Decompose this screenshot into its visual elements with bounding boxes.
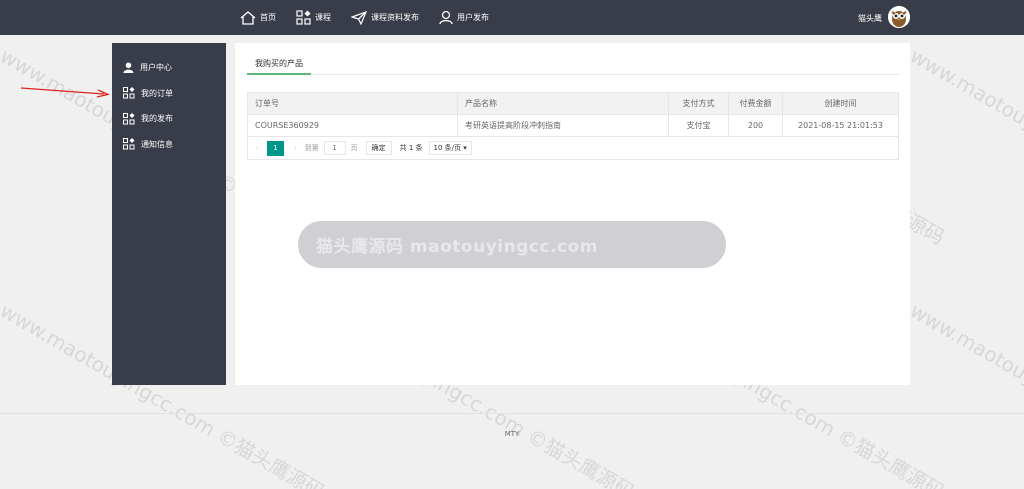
sidebar-item-label: 我的发布 <box>141 114 173 124</box>
prev-page-icon[interactable]: ‹ <box>256 144 259 152</box>
send-icon <box>351 10 367 25</box>
product-name-cell: 考研英语提高阶段冲刺指南 <box>457 114 669 137</box>
sidebar-item-notifications[interactable]: 通知信息 <box>112 132 226 158</box>
user-icon <box>439 10 453 25</box>
arrow-annotation-icon <box>20 87 110 98</box>
amount-cell: 200 <box>728 114 783 137</box>
sidebar: 用户中心 我的订单 我的发布 通知信息 <box>112 43 226 385</box>
user-icon <box>123 62 134 74</box>
sidebar-item-label: 通知信息 <box>141 139 173 149</box>
nav-item-label: 用户发布 <box>457 13 489 22</box>
created-time-cell: 2021-08-15 21:01:53 <box>782 114 899 137</box>
total-count: 共 1 条 <box>399 144 423 152</box>
nav-item-label: 首页 <box>260 13 276 22</box>
watermark-text: www.maotouyingcc.com ©猫头鹰源码 <box>906 43 1024 249</box>
sidebar-item-my-publish[interactable]: 我的发布 <box>112 106 226 132</box>
sidebar-item-label: 用户中心 <box>140 63 172 73</box>
main-content: 我购买的产品 订单号 产品名称 支付方式 付费金额 创建时间 COURSE360… <box>235 43 910 385</box>
sidebar-item-user-center[interactable]: 用户中心 <box>112 55 226 81</box>
top-navbar: 首页 课程 课程资料发布 用户发布 猫头鹰 <box>0 0 1024 35</box>
table-header-row: 订单号 产品名称 支付方式 付费金额 创建时间 <box>247 92 899 115</box>
column-header[interactable]: 支付方式 <box>668 92 729 115</box>
caret-down-icon: ▾ <box>463 144 467 152</box>
nav-item-courses[interactable]: 课程 <box>296 10 331 25</box>
avatar[interactable] <box>888 6 910 28</box>
tab-active-indicator <box>247 73 311 75</box>
order-number-cell: COURSE360929 <box>247 114 458 137</box>
payment-method-cell: 支付宝 <box>668 114 729 137</box>
footer-divider <box>0 413 1024 414</box>
column-header[interactable]: 创建时间 <box>782 92 899 115</box>
column-header[interactable]: 订单号 <box>247 92 458 115</box>
column-header[interactable]: 付费金额 <box>728 92 783 115</box>
table-row[interactable]: COURSE360929 考研英语提高阶段冲刺指南 支付宝 200 2021-0… <box>247 114 899 137</box>
nav-item-home[interactable]: 首页 <box>240 10 276 25</box>
nav-item-publish-material[interactable]: 课程资料发布 <box>351 10 419 25</box>
page-unit-label: 页 <box>350 144 358 152</box>
owl-avatar-icon <box>888 6 910 28</box>
watermark-banner: 猫头鹰源码 maotouyingcc.com <box>298 221 726 268</box>
goto-page-input[interactable]: 1 <box>323 141 346 155</box>
nav-item-label: 课程 <box>315 13 331 22</box>
main-nav: 首页 课程 课程资料发布 用户发布 <box>240 0 509 35</box>
page-size-select[interactable]: 10 条/页 ▾ <box>428 141 472 155</box>
grid-icon <box>123 112 135 125</box>
apps-icon <box>296 10 311 25</box>
next-page-icon[interactable]: › <box>294 144 297 152</box>
page-size-value: 10 条/页 <box>433 144 462 152</box>
column-header[interactable]: 产品名称 <box>457 92 669 115</box>
sidebar-item-label: 我的订单 <box>141 88 173 98</box>
tab-divider <box>247 74 899 75</box>
home-icon <box>240 10 256 25</box>
orders-table: 订单号 产品名称 支付方式 付费金额 创建时间 COURSE360929 考研英… <box>247 92 899 137</box>
nav-item-label: 课程资料发布 <box>371 13 419 22</box>
grid-icon <box>123 87 135 99</box>
pagination: ‹ 1 › 到第 1 页 确定 共 1 条 10 条/页 ▾ <box>247 137 899 160</box>
goto-confirm-button[interactable]: 确定 <box>365 141 392 155</box>
page-number-current[interactable]: 1 <box>266 140 284 156</box>
watermark-text: www.maotouyingcc.com ©猫头鹰源码 <box>906 298 1024 489</box>
footer-text: MTY <box>504 430 520 438</box>
user-name[interactable]: 猫头鹰 <box>858 13 882 24</box>
grid-icon <box>123 138 135 150</box>
nav-item-user-publish[interactable]: 用户发布 <box>439 10 489 25</box>
sidebar-item-my-orders[interactable]: 我的订单 <box>112 81 226 107</box>
goto-label: 到第 <box>304 144 319 152</box>
